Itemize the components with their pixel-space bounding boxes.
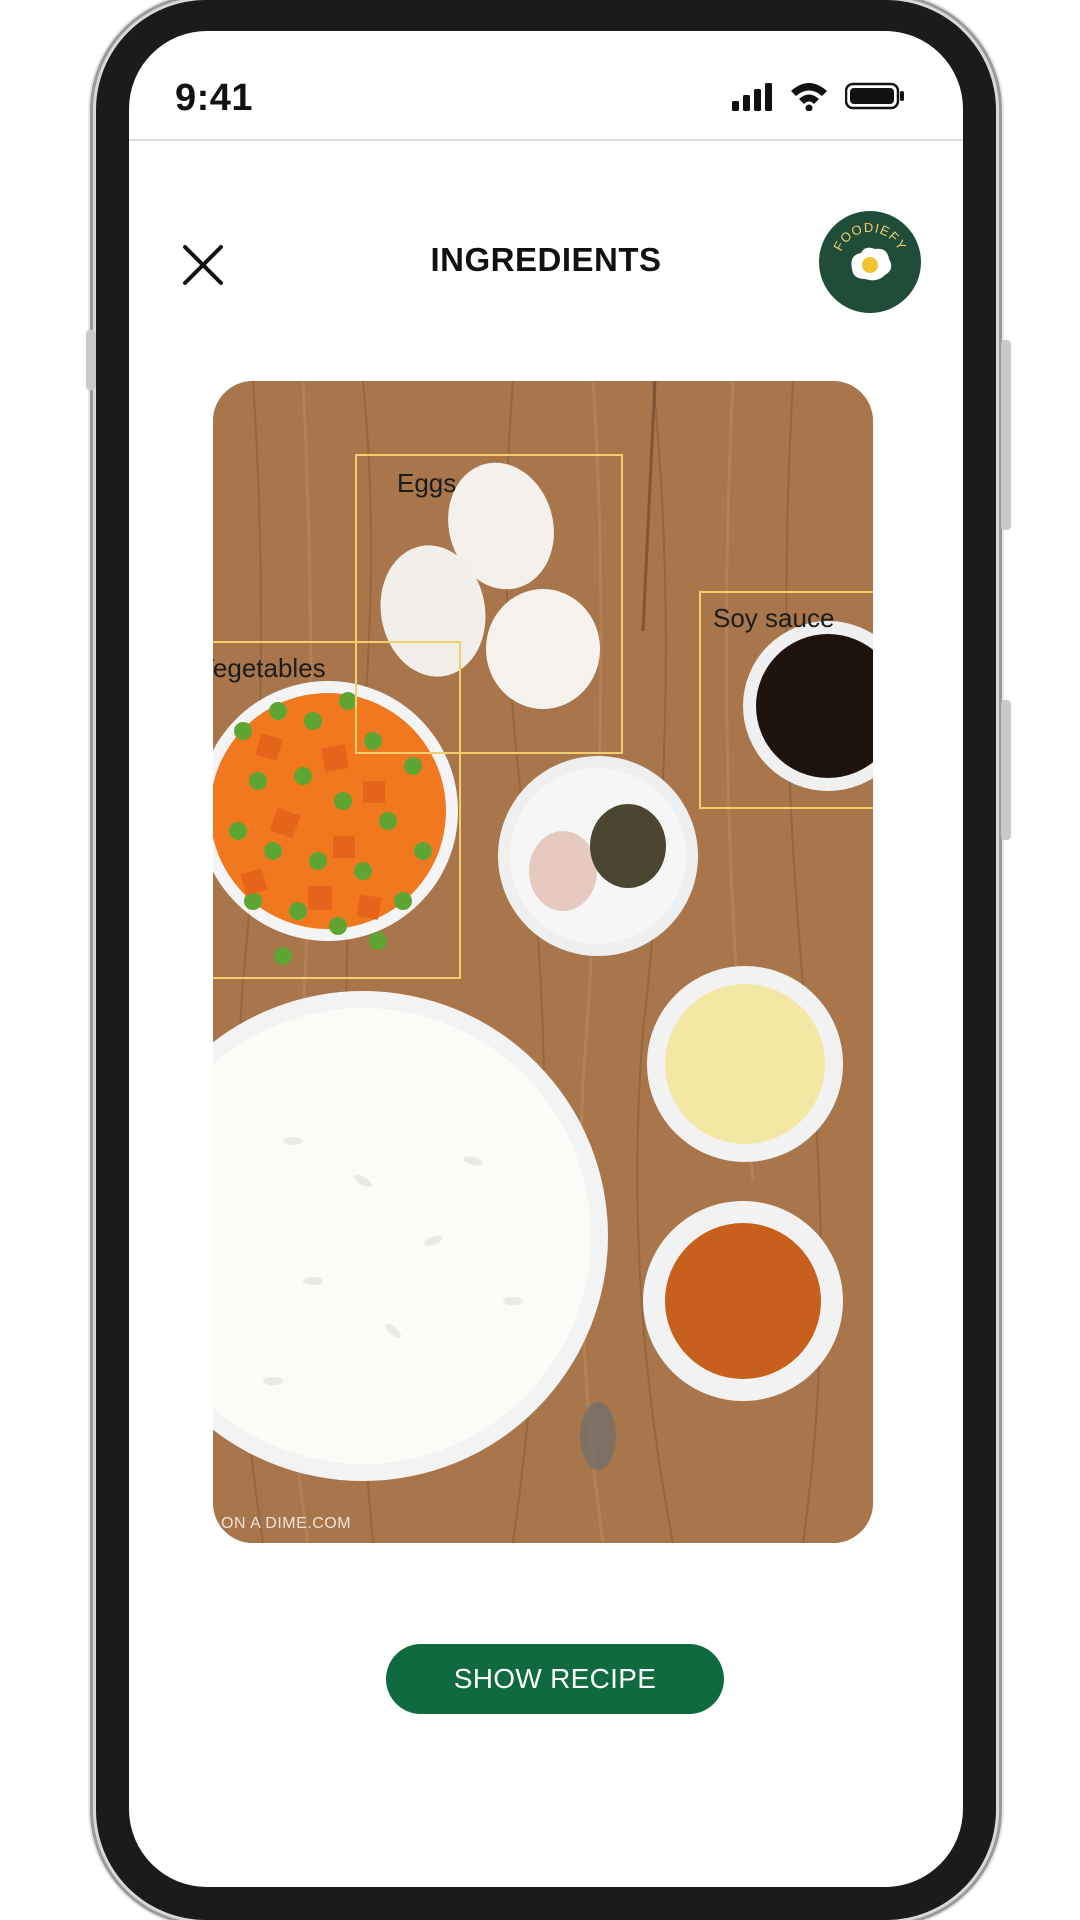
- status-time: 9:41: [175, 77, 254, 119]
- app-screen: 9:41 INGREDIENTS FOODIEFY ON A DIME.COM …: [129, 31, 963, 1887]
- app-logo: FOODIEFY: [819, 211, 921, 313]
- status-bar: 9:41: [129, 31, 963, 141]
- detection-label-eggs: Eggs: [397, 468, 457, 498]
- show-recipe-button[interactable]: SHOW RECIPE: [386, 1644, 724, 1714]
- detection-label-soy-sauce: Soy sauce: [713, 603, 835, 633]
- battery-icon: [845, 82, 904, 110]
- egg-logo-icon: FOODIEFY: [822, 214, 918, 310]
- photo-watermark: ON A DIME.COM: [221, 1515, 352, 1532]
- side-button-volume-up: [1001, 340, 1011, 530]
- detection-box-vegetables[interactable]: Vegetables: [213, 641, 461, 979]
- side-button-action: [86, 330, 96, 390]
- wifi-icon: [791, 83, 827, 111]
- signal-icon: [732, 83, 772, 111]
- side-button-volume-down: [1001, 700, 1011, 840]
- detection-box-soy-sauce[interactable]: Soy sauce: [699, 591, 873, 809]
- ingredients-photo: ON A DIME.COM Eggs Soy sauce Vegetables: [213, 381, 873, 1543]
- phone-frame: 9:41 INGREDIENTS FOODIEFY ON A DIME.COM …: [86, 0, 1011, 1920]
- detection-label-vegetables: Vegetables: [213, 653, 326, 683]
